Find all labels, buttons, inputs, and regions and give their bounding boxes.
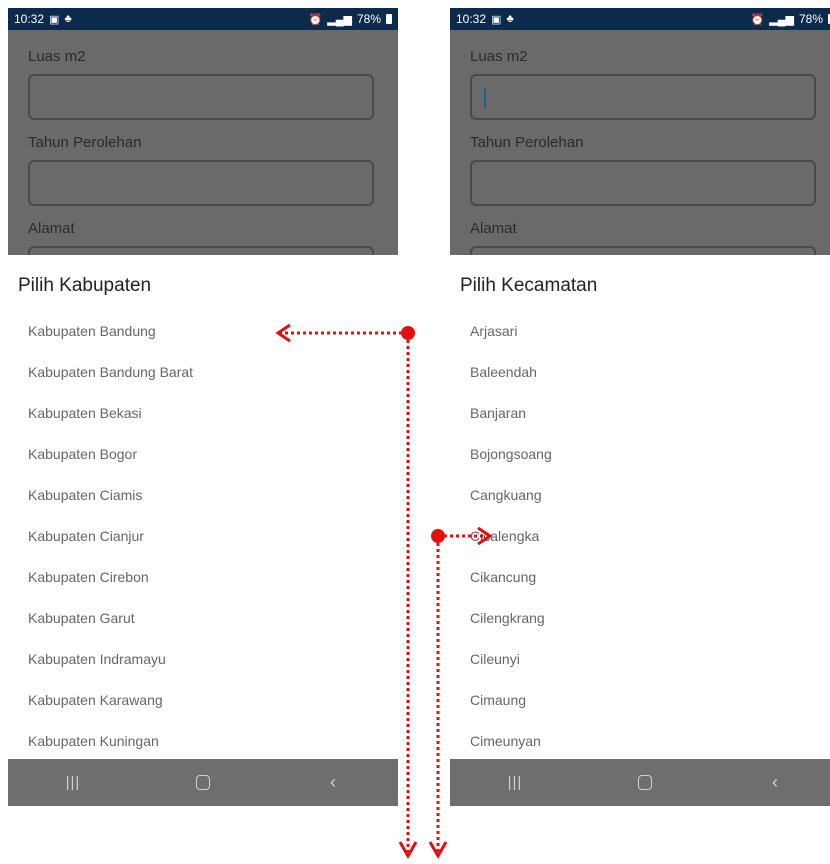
annotation-dot-bandung	[401, 326, 415, 340]
annotation-arrows	[275, 323, 493, 860]
arrowhead-left	[275, 323, 291, 343]
annotation-dot-cicalengka	[431, 529, 445, 543]
